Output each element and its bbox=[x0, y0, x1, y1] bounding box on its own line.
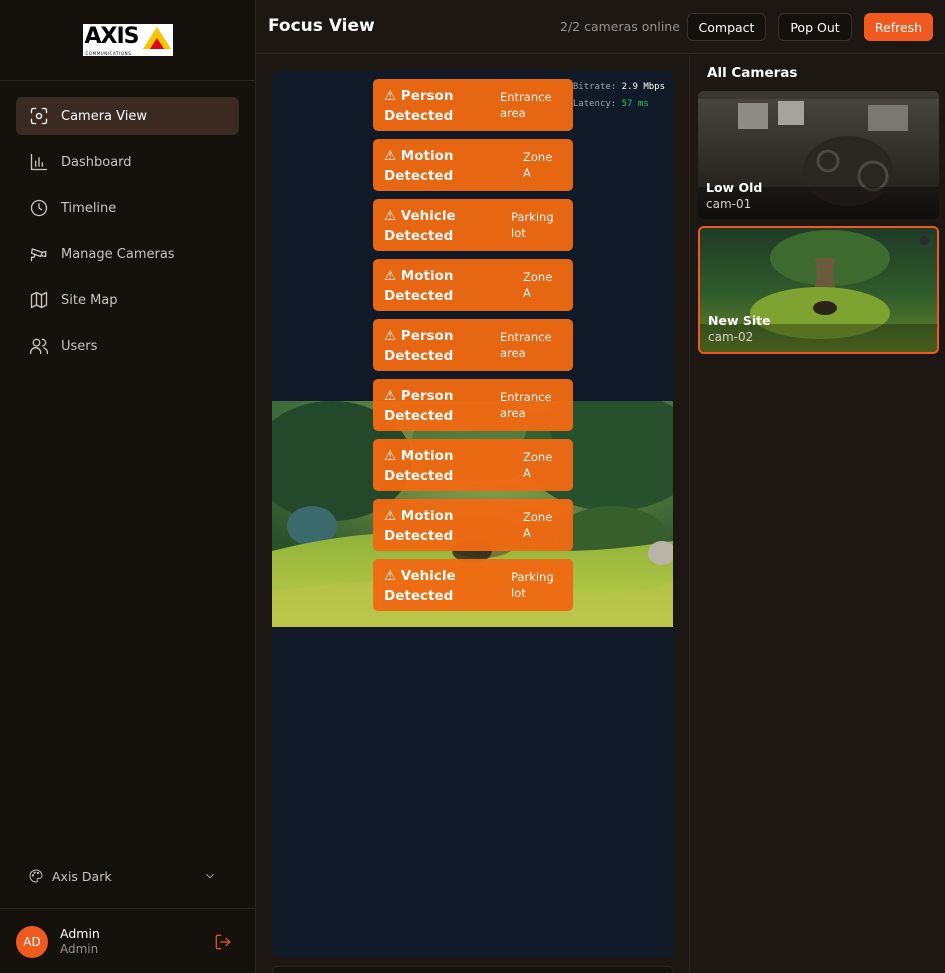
user-role: Admin bbox=[60, 942, 99, 956]
camera-id: cam-02 bbox=[708, 330, 754, 344]
camera-list-title: All Cameras bbox=[707, 65, 798, 81]
sidebar-item-label: Site Map bbox=[61, 292, 118, 308]
secondary-panel-edge bbox=[272, 966, 673, 973]
sidebar-item-site-map[interactable]: Site Map bbox=[16, 281, 239, 319]
camera-name: Low Old bbox=[706, 180, 763, 195]
alert-card[interactable]: ⚠ Motion Detected Zone A bbox=[373, 139, 573, 191]
logo-area: AXIS COMMUNICATIONS bbox=[0, 0, 255, 81]
alert-zone: Zone A bbox=[523, 510, 553, 540]
logout-icon bbox=[215, 934, 231, 950]
alert-card[interactable]: ⚠ Person Detected Entrance area bbox=[373, 319, 573, 371]
logo-triangle-red-icon bbox=[149, 38, 164, 49]
alert-title: ⚠ Vehicle Detected bbox=[384, 568, 456, 604]
clock-icon bbox=[30, 199, 48, 217]
alert-title: ⚠ Motion Detected bbox=[384, 448, 454, 484]
alert-card[interactable]: ⚠ Motion Detected Zone A bbox=[373, 259, 573, 311]
sidebar-item-label: Dashboard bbox=[61, 154, 132, 170]
alert-title: ⚠ Motion Detected bbox=[384, 268, 454, 304]
latency-value: 57 ms bbox=[621, 99, 649, 109]
alert-title: ⚠ Person Detected bbox=[384, 88, 454, 124]
sidebar-item-label: Timeline bbox=[61, 200, 117, 216]
alert-title: ⚠ Motion Detected bbox=[384, 148, 454, 184]
camera-focus-icon bbox=[30, 107, 48, 125]
alert-zone: Entrance area bbox=[500, 330, 552, 360]
alert-zone: Parking lot bbox=[511, 570, 554, 600]
alert-title: ⚠ Person Detected bbox=[384, 388, 454, 424]
cameras-online-status: 2/2 cameras online bbox=[560, 19, 680, 34]
alert-card[interactable]: ⚠ Vehicle Detected Parking lot bbox=[373, 199, 573, 251]
camera-card-cam-02[interactable]: New Site cam-02 bbox=[698, 226, 939, 354]
bar-chart-icon bbox=[30, 153, 48, 171]
users-icon bbox=[30, 338, 48, 355]
alert-title: ⚠ Motion Detected bbox=[384, 508, 454, 544]
sidebar-item-manage-cameras[interactable]: Manage Cameras bbox=[16, 235, 239, 273]
latency-label: Latency: bbox=[572, 99, 617, 109]
sidebar-item-label: Users bbox=[61, 338, 98, 354]
theme-select[interactable]: Axis Dark bbox=[16, 860, 239, 892]
alert-zone: Parking lot bbox=[511, 210, 554, 240]
stream-stats: Bitrate: 2.9 Mbps Latency: 57 ms bbox=[573, 79, 665, 113]
alert-zone: Entrance area bbox=[500, 390, 552, 420]
compact-button[interactable]: Compact bbox=[687, 13, 766, 41]
cctv-icon bbox=[30, 248, 47, 262]
map-icon bbox=[30, 291, 48, 309]
sidebar-item-timeline[interactable]: Timeline bbox=[16, 189, 239, 227]
sidebar-item-camera-view[interactable]: Camera View bbox=[16, 97, 239, 135]
focus-video-panel[interactable]: Bitrate: 2.9 Mbps Latency: 57 ms ⚠ Perso… bbox=[272, 71, 673, 957]
alert-card[interactable]: ⚠ Motion Detected Zone A bbox=[373, 499, 573, 551]
alert-card[interactable]: ⚠ Person Detected Entrance area bbox=[373, 379, 573, 431]
bitrate-value: 2.9 Mbps bbox=[621, 82, 665, 92]
logo-text: AXIS bbox=[84, 24, 140, 49]
bitrate-label: Bitrate: bbox=[572, 82, 617, 92]
sidebar-item-users[interactable]: Users bbox=[16, 327, 239, 365]
header: Focus View 2/2 cameras online Compact Po… bbox=[256, 0, 945, 54]
alert-zone: Zone A bbox=[523, 150, 553, 180]
alert-title: ⚠ Person Detected bbox=[384, 328, 454, 364]
user-bar: AD Admin Admin bbox=[0, 908, 255, 973]
alert-card[interactable]: ⚠ Motion Detected Zone A bbox=[373, 439, 573, 491]
pop-out-button[interactable]: Pop Out bbox=[778, 13, 852, 41]
record-indicator-icon bbox=[920, 236, 929, 245]
alert-zone: Entrance area bbox=[500, 90, 552, 120]
sidebar-item-label: Manage Cameras bbox=[61, 246, 175, 262]
alert-card[interactable]: ⚠ Vehicle Detected Parking lot bbox=[373, 559, 573, 611]
alert-title: ⚠ Vehicle Detected bbox=[384, 208, 456, 244]
avatar[interactable]: AD bbox=[16, 926, 48, 958]
chevron-down-icon bbox=[206, 873, 214, 879]
alert-list: ⚠ Person Detected Entrance area ⚠ Motion… bbox=[373, 79, 573, 619]
sidebar-item-label: Camera View bbox=[61, 108, 147, 124]
camera-list-panel: All Cameras Low Old cam-01 New Site cam-… bbox=[689, 55, 945, 973]
camera-card-cam-01[interactable]: Low Old cam-01 bbox=[698, 91, 939, 219]
sidebar-item-dashboard[interactable]: Dashboard bbox=[16, 143, 239, 181]
refresh-button[interactable]: Refresh bbox=[864, 13, 933, 41]
logout-button[interactable] bbox=[214, 933, 232, 951]
sidebar-nav: Camera View Dashboard Timeline Manage Ca… bbox=[16, 97, 239, 373]
logo-subtext: COMMUNICATIONS bbox=[85, 51, 132, 56]
camera-name: New Site bbox=[708, 313, 771, 328]
sidebar: AXIS COMMUNICATIONS Camera View Dashboar… bbox=[0, 0, 256, 973]
alert-card[interactable]: ⚠ Person Detected Entrance area bbox=[373, 79, 573, 131]
user-name: Admin bbox=[60, 926, 100, 941]
theme-label: Axis Dark bbox=[52, 868, 112, 884]
alert-zone: Zone A bbox=[523, 450, 553, 480]
alert-zone: Zone A bbox=[523, 270, 553, 300]
page-title: Focus View bbox=[268, 16, 375, 36]
axis-logo[interactable]: AXIS COMMUNICATIONS bbox=[82, 24, 173, 56]
palette-icon bbox=[29, 869, 43, 883]
camera-id: cam-01 bbox=[706, 197, 752, 211]
